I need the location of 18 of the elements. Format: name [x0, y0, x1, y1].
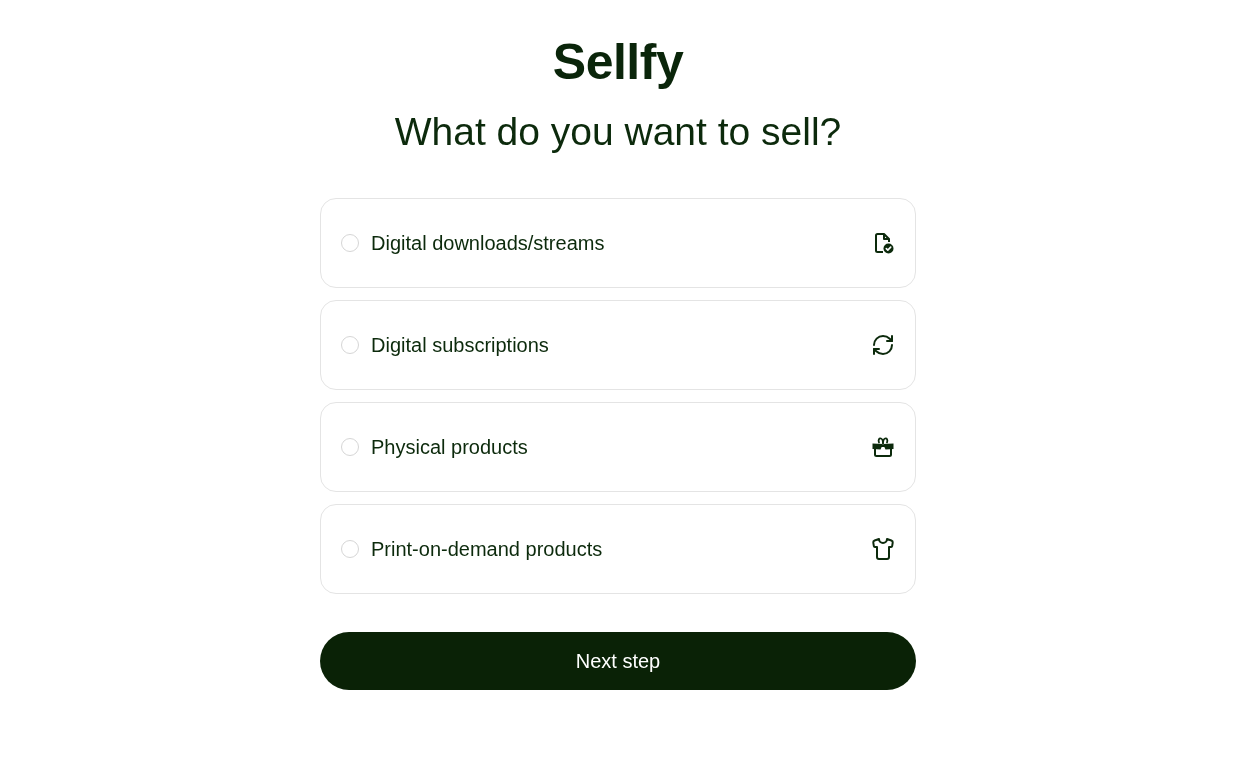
radio-button[interactable]: [341, 336, 359, 354]
shirt-icon: [871, 537, 895, 561]
option-label: Print-on-demand products: [371, 537, 604, 561]
option-card[interactable]: Print-on-demand products: [320, 504, 916, 594]
option-card[interactable]: Digital downloads/streams: [320, 198, 916, 288]
option-label: Digital subscriptions: [371, 333, 550, 357]
page-heading: What do you want to sell?: [394, 109, 842, 155]
refresh-icon: [871, 333, 895, 357]
option-label: Digital downloads/streams: [371, 231, 606, 255]
gift-box-icon: [871, 435, 895, 459]
option-label: Physical products: [371, 435, 529, 459]
next-step-button[interactable]: Next step: [320, 632, 916, 690]
option-card[interactable]: Digital subscriptions: [320, 300, 916, 390]
radio-button[interactable]: [341, 438, 359, 456]
logo: Sellfy: [552, 34, 684, 90]
radio-button[interactable]: [341, 234, 359, 252]
option-card[interactable]: Physical products: [320, 402, 916, 492]
radio-button[interactable]: [341, 540, 359, 558]
